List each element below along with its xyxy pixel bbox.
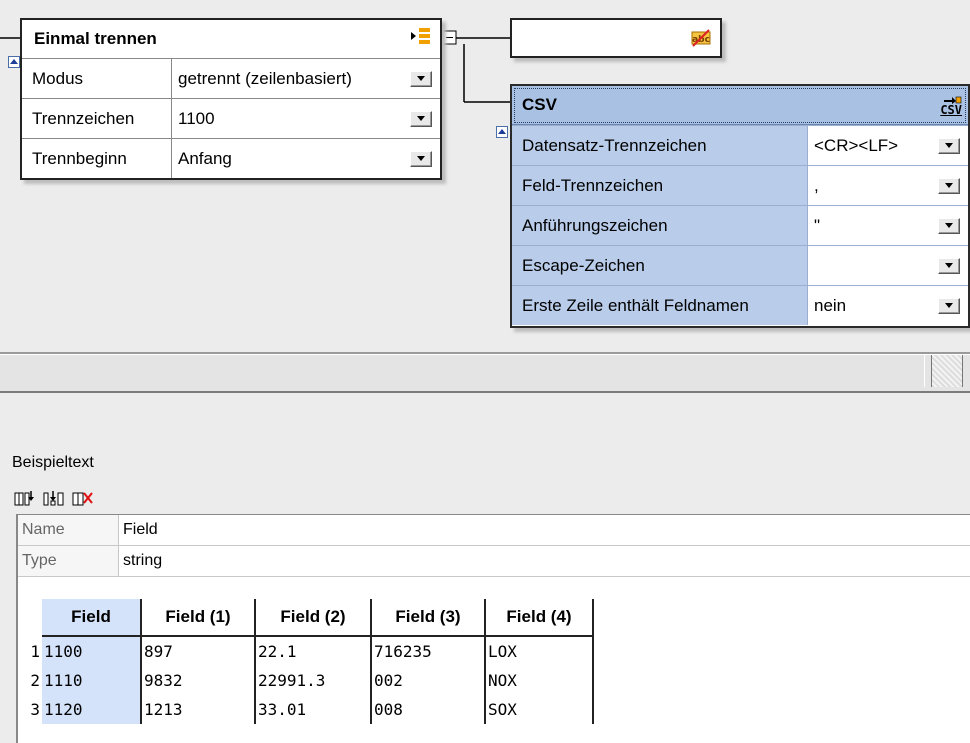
- csv-row-field-delimiter[interactable]: Feld-Trennzeichen ,: [512, 165, 968, 205]
- csv-node[interactable]: CSV CSV Datensatz-Trennzeichen <CR><LF> …: [510, 84, 970, 328]
- split-node-title: Einmal trennen: [34, 29, 157, 48]
- csv-row-label: Erste Zeile enthält Feldnamen: [512, 286, 808, 325]
- table-row[interactable]: 3 1120 1213 33.01 008 SOX: [18, 695, 594, 724]
- grid-cell[interactable]: SOX: [485, 695, 594, 724]
- add-column-icon[interactable]: [12, 486, 38, 510]
- csv-node-header[interactable]: CSV CSV: [512, 86, 968, 125]
- column-name-value[interactable]: Field: [119, 515, 158, 545]
- csv-row-label: Escape-Zeichen: [512, 246, 808, 285]
- mapping-canvas[interactable]: Einmal trennen Modus getrennt (zeilenbas…: [0, 0, 970, 354]
- insert-column-icon[interactable]: [41, 486, 67, 510]
- column-name-row[interactable]: Name Field: [18, 515, 970, 546]
- table-row[interactable]: 2 1110 9832 22991.3 002 NOX: [18, 666, 594, 695]
- csv-node-title: CSV: [522, 95, 557, 114]
- split-row-mode[interactable]: Modus getrennt (zeilenbasiert): [22, 58, 440, 98]
- sample-grid: Field Field (1) Field (2) Field (3) Fiel…: [18, 599, 594, 724]
- grid-cell[interactable]: NOX: [485, 666, 594, 695]
- dropdown-button[interactable]: [938, 297, 960, 314]
- grid-cell[interactable]: 897: [141, 636, 256, 666]
- scrollbar-corner: [924, 355, 932, 387]
- csv-row-escape-char[interactable]: Escape-Zeichen: [512, 245, 968, 285]
- csv-row-header-line[interactable]: Erste Zeile enthält Feldnamen nein: [512, 285, 968, 325]
- dropdown-button[interactable]: [410, 110, 432, 127]
- dropdown-button[interactable]: [938, 217, 960, 234]
- dropdown-button[interactable]: [410, 70, 432, 87]
- csv-row-label: Datensatz-Trennzeichen: [512, 126, 808, 165]
- row-number: 1: [30, 641, 40, 661]
- column-header[interactable]: Field: [42, 599, 142, 637]
- column-type-row[interactable]: Type string: [18, 546, 970, 577]
- csv-row-value: ": [814, 215, 821, 235]
- table-row[interactable]: 1 1100 897 22.1 716235 LOX: [18, 636, 594, 666]
- split-row-label: Modus: [22, 59, 172, 98]
- csv-row-quote-char[interactable]: Anführungszeichen ": [512, 205, 968, 245]
- grid-cell[interactable]: 22.1: [255, 636, 372, 666]
- panel-splitter[interactable]: [0, 354, 970, 393]
- grid-cell[interactable]: 008: [371, 695, 486, 724]
- csv-row-value: nein: [814, 295, 847, 315]
- dropdown-button[interactable]: [938, 137, 960, 154]
- sample-data-panel: Name Field Type string Field Field (1) F…: [16, 514, 970, 743]
- meta-key: Name: [18, 515, 119, 545]
- split-row-value: 1100: [178, 108, 215, 128]
- split-row-delimiter[interactable]: Trennzeichen 1100: [22, 98, 440, 138]
- csv-row-value: ,: [814, 175, 819, 195]
- dropdown-button[interactable]: [938, 257, 960, 274]
- dropdown-button[interactable]: [410, 150, 432, 167]
- collapse-csv-toggle[interactable]: [496, 126, 508, 138]
- split-row-value: Anfang: [178, 148, 232, 168]
- dropdown-button[interactable]: [938, 177, 960, 194]
- grid-cell[interactable]: 1110: [42, 666, 142, 695]
- grid-cell[interactable]: 002: [371, 666, 486, 695]
- scroll-thumb[interactable]: [932, 355, 962, 387]
- column-header[interactable]: Field (2): [255, 599, 372, 637]
- csv-format-icon: CSV: [940, 96, 962, 116]
- row-number: 2: [30, 671, 40, 690]
- sample-toolbar: [12, 486, 96, 510]
- grid-cell[interactable]: 1213: [141, 695, 256, 724]
- split-row-label: Trennbeginn: [22, 139, 172, 178]
- text-output-node[interactable]: abc: [510, 18, 722, 58]
- meta-key: Type: [18, 546, 119, 576]
- split-row-start[interactable]: Trennbeginn Anfang: [22, 138, 440, 178]
- column-header[interactable]: Field (3): [371, 599, 486, 637]
- grid-cell[interactable]: 716235: [371, 636, 486, 666]
- collapse-split-toggle[interactable]: [8, 56, 20, 68]
- csv-row-record-delimiter[interactable]: Datensatz-Trennzeichen <CR><LF>: [512, 125, 968, 165]
- scroll-arrow[interactable]: [962, 355, 970, 387]
- grid-cell[interactable]: 33.01: [255, 695, 372, 724]
- split-once-node[interactable]: Einmal trennen Modus getrennt (zeilenbas…: [20, 18, 442, 180]
- grid-cell[interactable]: 1100: [42, 636, 142, 666]
- grid-cell[interactable]: 1120: [42, 695, 142, 724]
- grid-corner: [18, 599, 42, 636]
- delete-column-icon[interactable]: [70, 486, 96, 510]
- sample-text-label: Beispieltext: [12, 454, 94, 471]
- split-row-label: Trennzeichen: [22, 99, 172, 138]
- csv-row-label: Anführungszeichen: [512, 206, 808, 245]
- grid-cell[interactable]: 9832: [141, 666, 256, 695]
- split-row-value: getrennt (zeilenbasiert): [178, 68, 352, 88]
- split-icon: [410, 26, 432, 53]
- grid-cell[interactable]: 22991.3: [255, 666, 372, 695]
- no-text-icon: abc: [690, 27, 712, 54]
- column-header[interactable]: Field (4): [485, 599, 594, 637]
- csv-row-value: <CR><LF>: [814, 135, 899, 155]
- column-type-value[interactable]: string: [119, 546, 162, 576]
- row-number: 3: [30, 700, 40, 719]
- grid-cell[interactable]: LOX: [485, 636, 594, 666]
- csv-row-label: Feld-Trennzeichen: [512, 166, 808, 205]
- column-header[interactable]: Field (1): [141, 599, 256, 637]
